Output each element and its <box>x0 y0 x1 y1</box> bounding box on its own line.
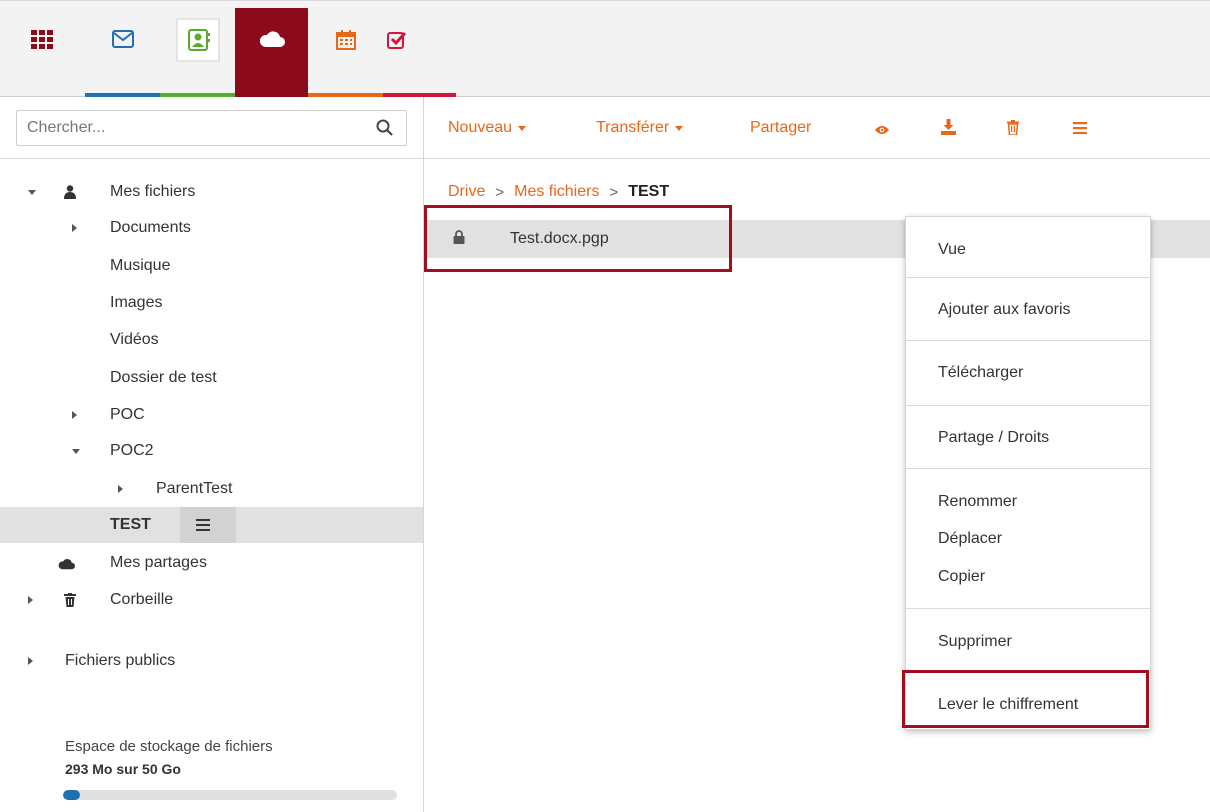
tasks-app-tab[interactable] <box>383 8 456 97</box>
trash-icon <box>64 593 76 607</box>
menu-item-move[interactable]: Déplacer <box>938 530 1002 548</box>
breadcrumb-my-files[interactable]: Mes fichiers <box>514 183 599 201</box>
context-menu: Vue Ajouter aux favoris Télécharger Part… <box>905 216 1151 730</box>
app-switcher-bar <box>0 0 1210 97</box>
tree-label: TEST <box>110 516 151 533</box>
tree-item-videos[interactable]: Vidéos <box>0 322 423 358</box>
search-box <box>16 110 407 146</box>
breadcrumb-separator: > <box>609 183 619 201</box>
menu-divider <box>906 608 1150 609</box>
tree-label: Vidéos <box>110 331 159 348</box>
eye-icon[interactable] <box>875 125 889 135</box>
download-icon[interactable] <box>941 119 956 135</box>
tree-label: Dossier de test <box>110 369 217 386</box>
tree-item-poc[interactable]: POC <box>0 397 423 433</box>
tree-item-trash[interactable]: Corbeille <box>0 582 423 618</box>
menu-divider <box>906 277 1150 278</box>
chevron-down-icon[interactable] <box>28 190 36 195</box>
storage-progress-fill <box>63 790 80 800</box>
menu-divider <box>906 340 1150 341</box>
cloud-icon <box>259 31 285 47</box>
sidebar-divider <box>0 158 424 159</box>
dropdown-caret-icon <box>675 126 684 131</box>
tree-label: Mes fichiers <box>110 183 196 200</box>
tree-label: Fichiers publics <box>65 652 176 669</box>
mail-icon <box>111 30 134 48</box>
tree-item-my-shares[interactable]: Mes partages <box>0 545 423 581</box>
contacts-app-tab[interactable] <box>160 8 235 97</box>
chevron-down-icon[interactable] <box>72 449 80 454</box>
tree-item-my-files[interactable]: Mes fichiers <box>0 174 423 210</box>
tree-label: ParentTest <box>156 480 233 497</box>
breadcrumb-drive[interactable]: Drive <box>448 183 485 201</box>
sidebar: Mes fichiers Documents Musique Images Vi… <box>0 97 424 812</box>
mail-app-tab[interactable] <box>85 8 160 97</box>
tree-item-test[interactable]: TEST <box>0 507 423 543</box>
menu-divider <box>906 468 1150 469</box>
contacts-icon <box>176 18 219 62</box>
share-button-label: Partager <box>750 119 812 136</box>
tree-item-documents[interactable]: Documents <box>0 210 423 246</box>
tree-item-music[interactable]: Musique <box>0 248 423 284</box>
tree-item-parent-test[interactable]: ParentTest <box>0 471 423 507</box>
tree-item-poc2[interactable]: POC2 <box>0 433 423 469</box>
transfer-button[interactable]: Transférer <box>596 119 684 137</box>
tree-label: Documents <box>110 219 191 236</box>
cloud-icon <box>58 559 75 570</box>
storage-label: Espace de stockage de fichiers <box>65 738 273 755</box>
folder-menu-button[interactable] <box>180 507 236 543</box>
chevron-right-icon[interactable] <box>28 657 33 665</box>
user-icon <box>64 185 76 199</box>
chevron-right-icon[interactable] <box>118 485 123 493</box>
chevron-right-icon[interactable] <box>72 224 77 232</box>
breadcrumb: Drive > Mes fichiers > TEST <box>448 183 669 201</box>
tasks-icon <box>387 31 407 49</box>
new-button[interactable]: Nouveau <box>448 119 527 137</box>
menu-item-add-favorite[interactable]: Ajouter aux favoris <box>938 301 1071 319</box>
file-highlight-box <box>424 205 732 272</box>
tree-label: POC <box>110 406 145 423</box>
decrypt-highlight-box <box>902 670 1149 728</box>
menu-item-delete[interactable]: Supprimer <box>938 633 1012 651</box>
transfer-button-label: Transférer <box>596 119 670 136</box>
top-border <box>0 0 1210 8</box>
tree-label: Mes partages <box>110 554 207 571</box>
breadcrumb-separator: > <box>495 183 505 201</box>
menu-item-share-rights[interactable]: Partage / Droits <box>938 429 1049 447</box>
chevron-right-icon[interactable] <box>72 411 77 419</box>
share-button[interactable]: Partager <box>750 119 811 137</box>
tree-label: Musique <box>110 257 171 274</box>
tree-label: Images <box>110 294 163 311</box>
tree-label: POC2 <box>110 442 154 459</box>
hamburger-icon[interactable] <box>1073 122 1087 134</box>
breadcrumb-current: TEST <box>628 183 670 200</box>
storage-progress-bar <box>63 790 397 800</box>
search-input[interactable] <box>17 111 357 145</box>
calendar-icon <box>335 30 356 50</box>
main-toolbar: Nouveau Transférer Partager <box>424 97 1210 159</box>
tree-item-images[interactable]: Images <box>0 285 423 321</box>
trash-icon[interactable] <box>1007 120 1019 135</box>
dropdown-caret-icon <box>518 126 527 131</box>
grid-icon <box>31 30 53 49</box>
drive-app-tab[interactable] <box>235 8 308 97</box>
menu-item-rename[interactable]: Renommer <box>938 493 1017 511</box>
tree-item-test-folder[interactable]: Dossier de test <box>0 360 423 396</box>
menu-item-download[interactable]: Télécharger <box>938 364 1023 382</box>
hamburger-icon <box>196 519 210 531</box>
tree-label: Corbeille <box>110 591 174 608</box>
menu-item-copy[interactable]: Copier <box>938 568 985 586</box>
search-icon[interactable] <box>376 119 394 137</box>
storage-value: 293 Mo sur 50 Go <box>65 761 181 777</box>
chevron-right-icon[interactable] <box>28 596 33 604</box>
apps-grid-button[interactable] <box>12 8 72 97</box>
calendar-app-tab[interactable] <box>308 8 383 97</box>
new-button-label: Nouveau <box>448 119 513 136</box>
menu-divider <box>906 405 1150 406</box>
menu-item-view[interactable]: Vue <box>938 241 966 259</box>
tree-item-public-files[interactable]: Fichiers publics <box>0 643 423 679</box>
